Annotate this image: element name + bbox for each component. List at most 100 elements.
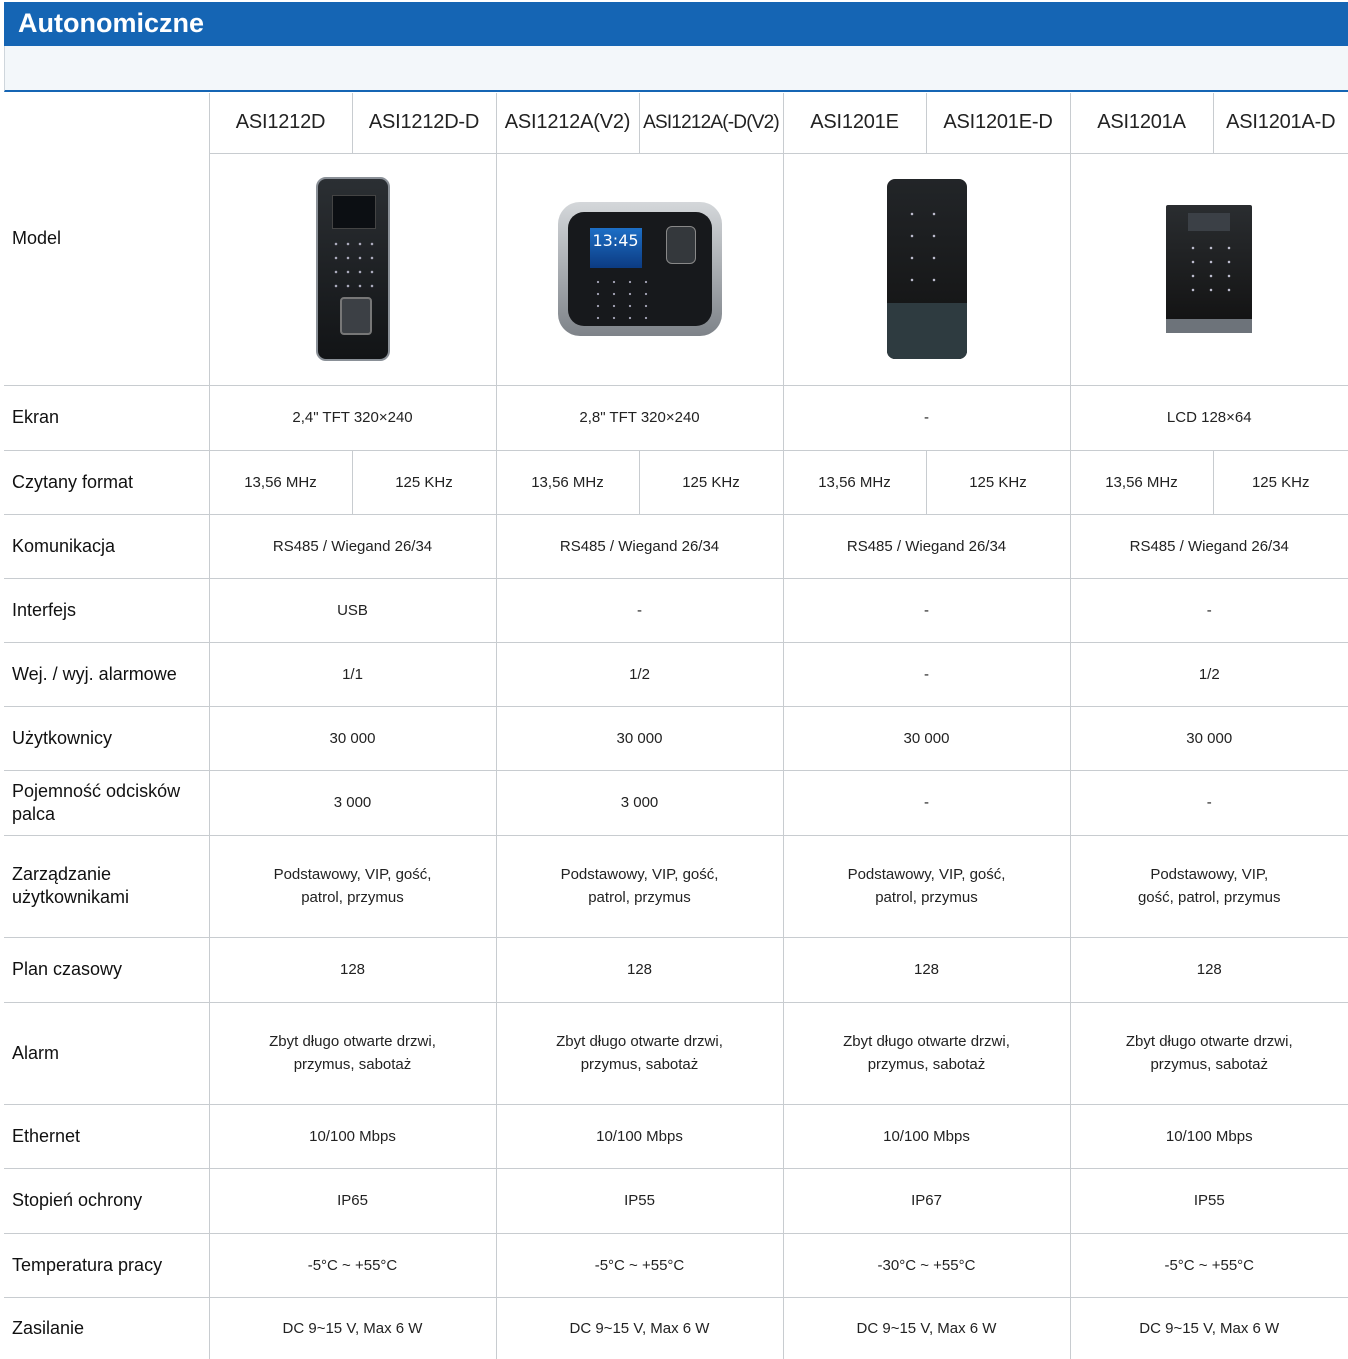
row-label: Interfejs xyxy=(4,578,210,643)
spec-row-zasilanie: Zasilanie DC 9~15 V, Max 6 W DC 9~15 V, … xyxy=(4,1297,1348,1359)
spec-value: - xyxy=(783,385,1071,451)
spec-value: DC 9~15 V, Max 6 W xyxy=(496,1297,784,1359)
row-label: Czytany format xyxy=(4,450,210,515)
spec-value: 30 000 xyxy=(1070,706,1348,771)
row-label: Zasilanie xyxy=(4,1297,210,1359)
spec-value: 13,56 MHz xyxy=(496,450,640,515)
spec-value: RS485 / Wiegand 26/34 xyxy=(496,514,784,579)
spec-value: 30 000 xyxy=(783,706,1071,771)
spec-row-komunikacja: Komunikacja RS485 / Wiegand 26/34 RS485 … xyxy=(4,514,1348,579)
product-image-cell xyxy=(783,153,1071,386)
spec-value: LCD 128×64 xyxy=(1070,385,1348,451)
spec-value: IP65 xyxy=(209,1168,497,1234)
spec-row-alarmowe: Wej. / wyj. alarmowe 1/1 1/2 - 1/2 xyxy=(4,642,1348,707)
section-subheader xyxy=(4,46,1348,92)
spec-value: 30 000 xyxy=(209,706,497,771)
spec-value: RS485 / Wiegand 26/34 xyxy=(1070,514,1348,579)
spec-value: -5°C ~ +55°C xyxy=(209,1233,497,1298)
spec-value: 125 KHz xyxy=(1213,450,1348,515)
spec-value: 13,56 MHz xyxy=(783,450,927,515)
row-label: Wej. / wyj. alarmowe xyxy=(4,642,210,707)
spec-value: Podstawowy, VIP, gość, patrol, przymus xyxy=(783,835,1071,938)
product-image-cell xyxy=(209,153,497,386)
spec-row-alarm: Alarm Zbyt długo otwarte drzwi, przymus,… xyxy=(4,1002,1348,1105)
row-label: Model xyxy=(4,93,210,386)
spec-value: 1/2 xyxy=(1070,642,1348,707)
spec-value: - xyxy=(1070,770,1348,836)
row-label: Komunikacja xyxy=(4,514,210,579)
spec-value: -5°C ~ +55°C xyxy=(1070,1233,1348,1298)
spec-value: 3 000 xyxy=(496,770,784,836)
spec-value: 10/100 Mbps xyxy=(1070,1104,1348,1169)
spec-value: RS485 / Wiegand 26/34 xyxy=(209,514,497,579)
row-label: Ethernet xyxy=(4,1104,210,1169)
spec-row-ekran: Ekran 2,4" TFT 320×240 2,8" TFT 320×240 … xyxy=(4,385,1348,451)
spec-value: USB xyxy=(209,578,497,643)
row-label: Zarządzanie użytkownikami xyxy=(4,835,210,938)
spec-value: 128 xyxy=(496,937,784,1003)
model-name: ASI1201E-D xyxy=(926,93,1071,154)
spec-value: 125 KHz xyxy=(639,450,784,515)
spec-value: DC 9~15 V, Max 6 W xyxy=(783,1297,1071,1359)
model-names-row: Model ASI1212D ASI1212D-D ASI1212A(V2) A… xyxy=(4,93,1348,386)
model-name: ASI1212D xyxy=(209,93,353,154)
spec-value: Podstawowy, VIP, gość, patrol, przymus xyxy=(1070,835,1348,938)
spec-value: - xyxy=(783,642,1071,707)
row-label: Stopień ochrony xyxy=(4,1168,210,1234)
spec-value: Podstawowy, VIP, gość, patrol, przymus xyxy=(209,835,497,938)
spec-value: - xyxy=(783,578,1071,643)
fingerprint-terminal-screen-icon: 13:45 xyxy=(557,202,722,336)
row-label: Użytkownicy xyxy=(4,706,210,771)
spec-value: - xyxy=(1070,578,1348,643)
section-title-bar: Autonomiczne xyxy=(4,2,1348,46)
spec-value: 128 xyxy=(1070,937,1348,1003)
spec-value: 1/1 xyxy=(209,642,497,707)
spec-value: DC 9~15 V, Max 6 W xyxy=(209,1297,497,1359)
model-name: ASI1212D-D xyxy=(352,93,497,154)
row-label: Temperatura pracy xyxy=(4,1233,210,1298)
spec-value: -30°C ~ +55°C xyxy=(783,1233,1071,1298)
spec-row-temperatura: Temperatura pracy -5°C ~ +55°C -5°C ~ +5… xyxy=(4,1233,1348,1298)
spec-value: RS485 / Wiegand 26/34 xyxy=(783,514,1071,579)
touch-keypad-reader-icon xyxy=(886,179,967,359)
spec-value: 3 000 xyxy=(209,770,497,836)
spec-value: 125 KHz xyxy=(352,450,497,515)
spec-row-odciski: Pojemność odcisków palca 3 000 3 000 - - xyxy=(4,770,1348,836)
spec-value: 2,4" TFT 320×240 xyxy=(209,385,497,451)
spec-row-format: Czytany format 13,56 MHz 125 KHz 13,56 M… xyxy=(4,450,1348,515)
spec-value: - xyxy=(496,578,784,643)
lcd-keypad-reader-icon xyxy=(1166,205,1253,333)
product-image-cell xyxy=(1070,153,1348,386)
spec-row-interfejs: Interfejs USB - - - xyxy=(4,578,1348,643)
spec-row-ochrona: Stopień ochrony IP65 IP55 IP67 IP55 xyxy=(4,1168,1348,1234)
row-label: Plan czasowy xyxy=(4,937,210,1003)
fingerprint-keypad-reader-icon xyxy=(315,177,390,361)
terminal-screen-time: 13:45 xyxy=(589,228,642,268)
spec-value: IP67 xyxy=(783,1168,1071,1234)
spec-value: 30 000 xyxy=(496,706,784,771)
spec-value: 128 xyxy=(783,937,1071,1003)
spec-row-plan: Plan czasowy 128 128 128 128 xyxy=(4,937,1348,1003)
spec-row-zarzadzanie: Zarządzanie użytkownikami Podstawowy, VI… xyxy=(4,835,1348,938)
spec-value: Zbyt długo otwarte drzwi, przymus, sabot… xyxy=(209,1002,497,1105)
spec-value: Zbyt długo otwarte drzwi, przymus, sabot… xyxy=(783,1002,1071,1105)
spec-value: 10/100 Mbps xyxy=(783,1104,1071,1169)
row-label: Alarm xyxy=(4,1002,210,1105)
model-name: ASI1201A-D xyxy=(1213,93,1348,154)
spec-value: 10/100 Mbps xyxy=(209,1104,497,1169)
spec-value: 13,56 MHz xyxy=(1070,450,1214,515)
spec-value: IP55 xyxy=(496,1168,784,1234)
spec-value: 13,56 MHz xyxy=(209,450,353,515)
row-label: Ekran xyxy=(4,385,210,451)
spec-value: -5°C ~ +55°C xyxy=(496,1233,784,1298)
spec-table: Model ASI1212D ASI1212D-D ASI1212A(V2) A… xyxy=(4,93,1348,1359)
spec-value: 1/2 xyxy=(496,642,784,707)
spec-value: Zbyt długo otwarte drzwi, przymus, sabot… xyxy=(496,1002,784,1105)
spec-value: Zbyt długo otwarte drzwi, przymus, sabot… xyxy=(1070,1002,1348,1105)
spec-row-uzytkownicy: Użytkownicy 30 000 30 000 30 000 30 000 xyxy=(4,706,1348,771)
spec-value: Podstawowy, VIP, gość, patrol, przymus xyxy=(496,835,784,938)
spec-value: IP55 xyxy=(1070,1168,1348,1234)
model-name: ASI1212A(-D(V2) xyxy=(639,93,784,154)
model-name: ASI1201E xyxy=(783,93,927,154)
spec-row-ethernet: Ethernet 10/100 Mbps 10/100 Mbps 10/100 … xyxy=(4,1104,1348,1169)
